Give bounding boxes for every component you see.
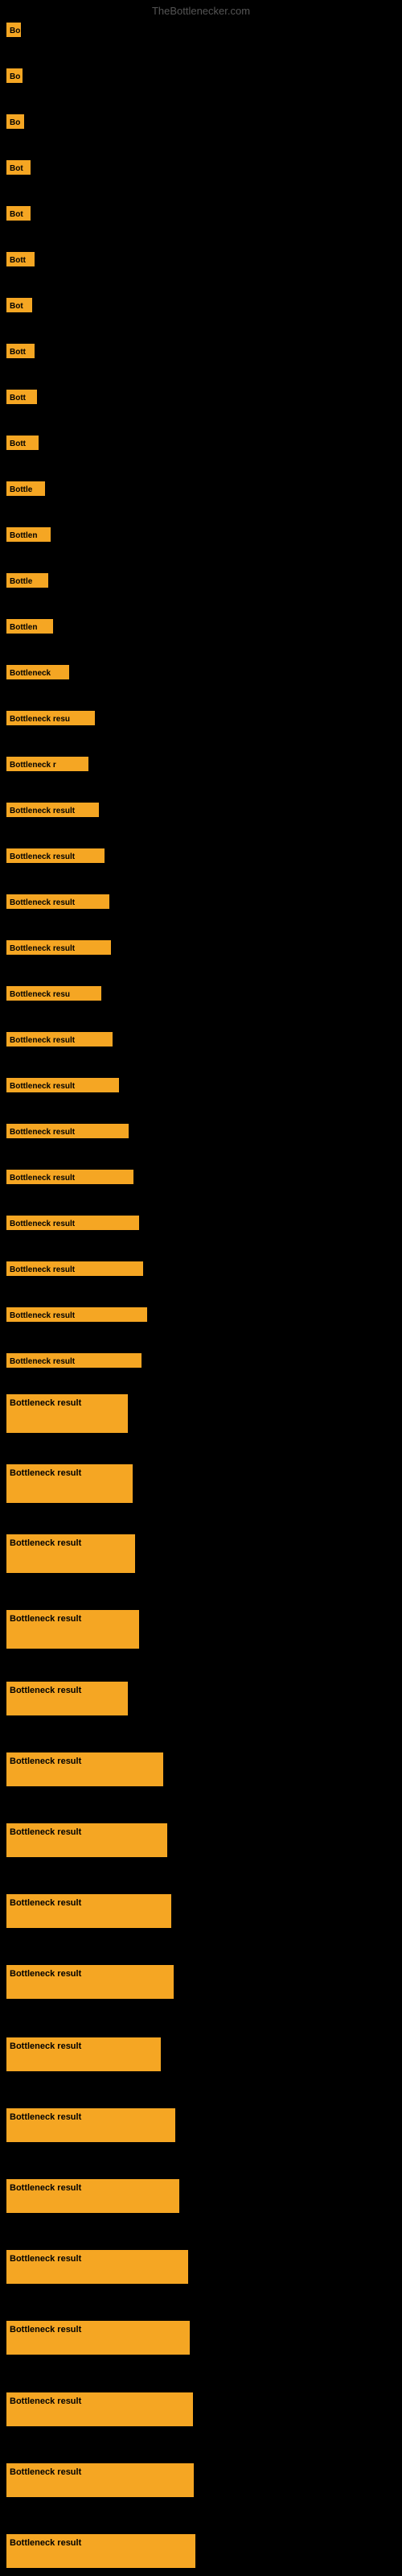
bar-label-40: Bottleneck result bbox=[6, 2037, 161, 2071]
bar-item-16: Bottleneck resu bbox=[6, 711, 95, 729]
bar-label-20: Bottleneck result bbox=[6, 894, 109, 909]
bar-item-7: Bot bbox=[6, 298, 32, 316]
bar-item-6: Bott bbox=[6, 252, 35, 270]
bar-item-28: Bottleneck result bbox=[6, 1261, 143, 1280]
bar-label-33: Bottleneck result bbox=[6, 1534, 135, 1573]
bar-label-3: Bo bbox=[6, 114, 24, 129]
bar-item-4: Bot bbox=[6, 160, 31, 179]
bar-label-2: Bo bbox=[6, 68, 23, 83]
bar-item-42: Bottleneck result bbox=[6, 2179, 179, 2217]
bar-label-29: Bottleneck result bbox=[6, 1307, 147, 1322]
bar-label-23: Bottleneck result bbox=[6, 1032, 113, 1046]
bar-label-26: Bottleneck result bbox=[6, 1170, 133, 1184]
bar-item-23: Bottleneck result bbox=[6, 1032, 113, 1051]
bar-label-38: Bottleneck result bbox=[6, 1894, 171, 1928]
bar-label-47: Bottleneck result bbox=[6, 2534, 195, 2568]
bar-item-33: Bottleneck result bbox=[6, 1534, 135, 1577]
bar-item-45: Bottleneck result bbox=[6, 2392, 193, 2430]
bar-label-15: Bottleneck bbox=[6, 665, 69, 679]
bar-item-13: Bottle bbox=[6, 573, 48, 592]
bar-item-8: Bott bbox=[6, 344, 35, 362]
bar-label-39: Bottleneck result bbox=[6, 1965, 174, 1999]
bar-label-17: Bottleneck r bbox=[6, 757, 88, 771]
bar-label-28: Bottleneck result bbox=[6, 1261, 143, 1276]
bar-label-16: Bottleneck resu bbox=[6, 711, 95, 725]
bar-label-37: Bottleneck result bbox=[6, 1823, 167, 1857]
bar-label-34: Bottleneck result bbox=[6, 1610, 139, 1649]
bar-item-37: Bottleneck result bbox=[6, 1823, 167, 1861]
bar-label-46: Bottleneck result bbox=[6, 2463, 194, 2497]
bar-item-34: Bottleneck result bbox=[6, 1610, 139, 1653]
bar-label-9: Bott bbox=[6, 390, 37, 404]
bar-item-12: Bottlen bbox=[6, 527, 51, 546]
bar-label-5: Bot bbox=[6, 206, 31, 221]
bar-item-41: Bottleneck result bbox=[6, 2108, 175, 2146]
bar-item-17: Bottleneck r bbox=[6, 757, 88, 775]
bar-item-18: Bottleneck result bbox=[6, 803, 99, 821]
bar-item-44: Bottleneck result bbox=[6, 2321, 190, 2359]
bar-label-42: Bottleneck result bbox=[6, 2179, 179, 2213]
bar-label-30: Bottleneck result bbox=[6, 1353, 142, 1368]
bar-label-6: Bott bbox=[6, 252, 35, 266]
bar-label-11: Bottle bbox=[6, 481, 45, 496]
bar-item-26: Bottleneck result bbox=[6, 1170, 133, 1188]
bar-item-20: Bottleneck result bbox=[6, 894, 109, 913]
bar-item-2: Bo bbox=[6, 68, 23, 87]
bar-label-19: Bottleneck result bbox=[6, 848, 105, 863]
bar-label-7: Bot bbox=[6, 298, 32, 312]
bar-item-9: Bott bbox=[6, 390, 37, 408]
bar-label-41: Bottleneck result bbox=[6, 2108, 175, 2142]
bar-item-24: Bottleneck result bbox=[6, 1078, 119, 1096]
bar-label-4: Bot bbox=[6, 160, 31, 175]
bar-item-43: Bottleneck result bbox=[6, 2250, 188, 2288]
bar-label-1: Bo bbox=[6, 23, 21, 37]
bar-label-25: Bottleneck result bbox=[6, 1124, 129, 1138]
bar-label-32: Bottleneck result bbox=[6, 1464, 133, 1503]
bar-item-11: Bottle bbox=[6, 481, 45, 500]
bar-item-5: Bot bbox=[6, 206, 31, 225]
bar-label-13: Bottle bbox=[6, 573, 48, 588]
bar-item-1: Bo bbox=[6, 23, 21, 41]
site-title: TheBottlenecker.com bbox=[152, 5, 250, 17]
bar-item-46: Bottleneck result bbox=[6, 2463, 194, 2501]
bar-item-29: Bottleneck result bbox=[6, 1307, 147, 1326]
bar-label-31: Bottleneck result bbox=[6, 1394, 128, 1433]
bar-label-45: Bottleneck result bbox=[6, 2392, 193, 2426]
bar-item-22: Bottleneck resu bbox=[6, 986, 101, 1005]
bar-label-8: Bott bbox=[6, 344, 35, 358]
bar-label-36: Bottleneck result bbox=[6, 1752, 163, 1786]
bar-item-32: Bottleneck result bbox=[6, 1464, 133, 1507]
bar-label-35: Bottleneck result bbox=[6, 1682, 128, 1715]
bar-item-21: Bottleneck result bbox=[6, 940, 111, 959]
bar-item-3: Bo bbox=[6, 114, 24, 133]
bar-label-44: Bottleneck result bbox=[6, 2321, 190, 2355]
bar-label-10: Bott bbox=[6, 436, 39, 450]
bar-label-18: Bottleneck result bbox=[6, 803, 99, 817]
bar-item-19: Bottleneck result bbox=[6, 848, 105, 867]
bar-item-14: Bottlen bbox=[6, 619, 53, 638]
bar-item-15: Bottleneck bbox=[6, 665, 69, 683]
bar-item-10: Bott bbox=[6, 436, 39, 454]
bar-item-27: Bottleneck result bbox=[6, 1216, 139, 1234]
bar-item-25: Bottleneck result bbox=[6, 1124, 129, 1142]
bar-item-47: Bottleneck result bbox=[6, 2534, 195, 2572]
bar-item-30: Bottleneck result bbox=[6, 1353, 142, 1372]
bar-item-36: Bottleneck result bbox=[6, 1752, 163, 1790]
bar-label-43: Bottleneck result bbox=[6, 2250, 188, 2284]
bar-label-24: Bottleneck result bbox=[6, 1078, 119, 1092]
bar-item-31: Bottleneck result bbox=[6, 1394, 128, 1437]
bar-item-35: Bottleneck result bbox=[6, 1682, 128, 1719]
bar-label-21: Bottleneck result bbox=[6, 940, 111, 955]
bar-label-12: Bottlen bbox=[6, 527, 51, 542]
bar-item-40: Bottleneck result bbox=[6, 2037, 161, 2075]
bar-label-14: Bottlen bbox=[6, 619, 53, 634]
bar-label-22: Bottleneck resu bbox=[6, 986, 101, 1001]
bar-label-27: Bottleneck result bbox=[6, 1216, 139, 1230]
bar-item-39: Bottleneck result bbox=[6, 1965, 174, 2003]
bar-item-38: Bottleneck result bbox=[6, 1894, 171, 1932]
